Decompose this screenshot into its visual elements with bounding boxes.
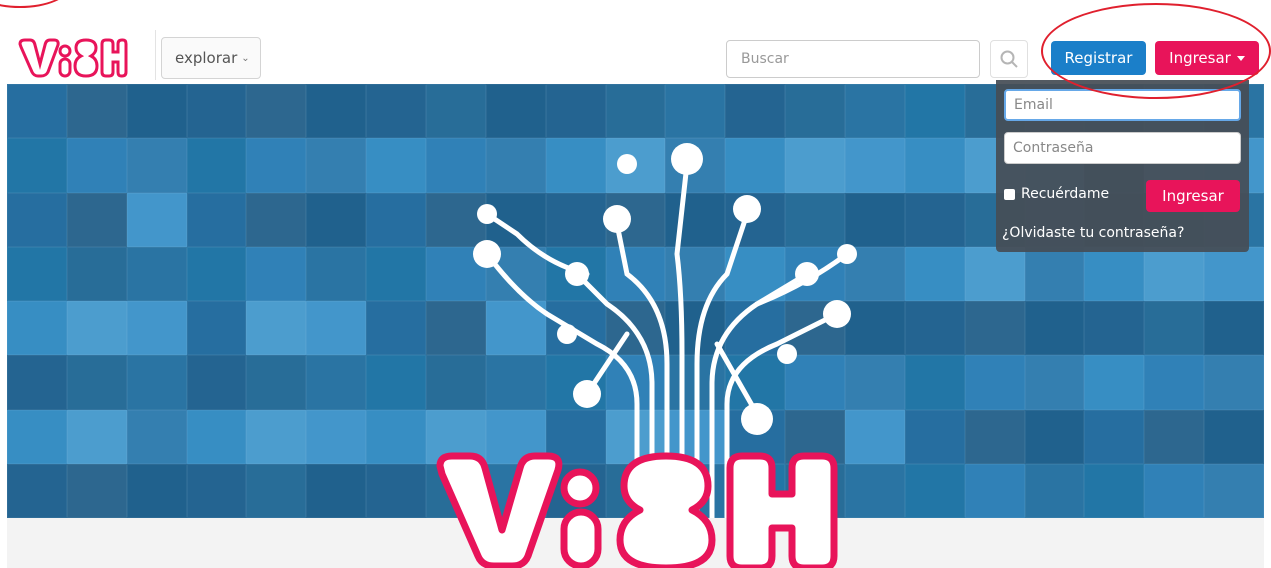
checkbox-icon[interactable] xyxy=(1004,188,1015,200)
explore-dropdown[interactable]: explorar ⌄ xyxy=(161,37,261,79)
search-input[interactable] xyxy=(726,40,980,78)
navbar: explorar ⌄ Registrar Ingresar xyxy=(0,0,1271,84)
nav-divider xyxy=(155,30,156,80)
remember-me[interactable]: Recuérdame xyxy=(1004,186,1109,202)
caret-down-icon xyxy=(1236,55,1245,61)
login-toggle-label: Ingresar xyxy=(1169,49,1231,67)
vish-hero-logo xyxy=(436,452,838,568)
explore-label: explorar xyxy=(175,49,238,67)
password-field[interactable] xyxy=(1004,132,1241,164)
login-toggle-button[interactable]: Ingresar xyxy=(1155,41,1259,75)
login-dropdown: Recuérdame Ingresar ¿Olvidaste tu contra… xyxy=(996,80,1249,252)
remember-label: Recuérdame xyxy=(1021,186,1110,202)
search-icon xyxy=(1000,50,1018,68)
login-submit-button[interactable]: Ingresar xyxy=(1146,180,1240,212)
email-field[interactable] xyxy=(1004,89,1241,121)
register-button[interactable]: Registrar xyxy=(1051,41,1146,75)
search-button[interactable] xyxy=(990,40,1028,78)
forgot-password-link[interactable]: ¿Olvidaste tu contraseña? xyxy=(1002,225,1184,241)
vish-logo[interactable] xyxy=(16,36,128,78)
chevron-down-icon: ⌄ xyxy=(241,52,250,64)
